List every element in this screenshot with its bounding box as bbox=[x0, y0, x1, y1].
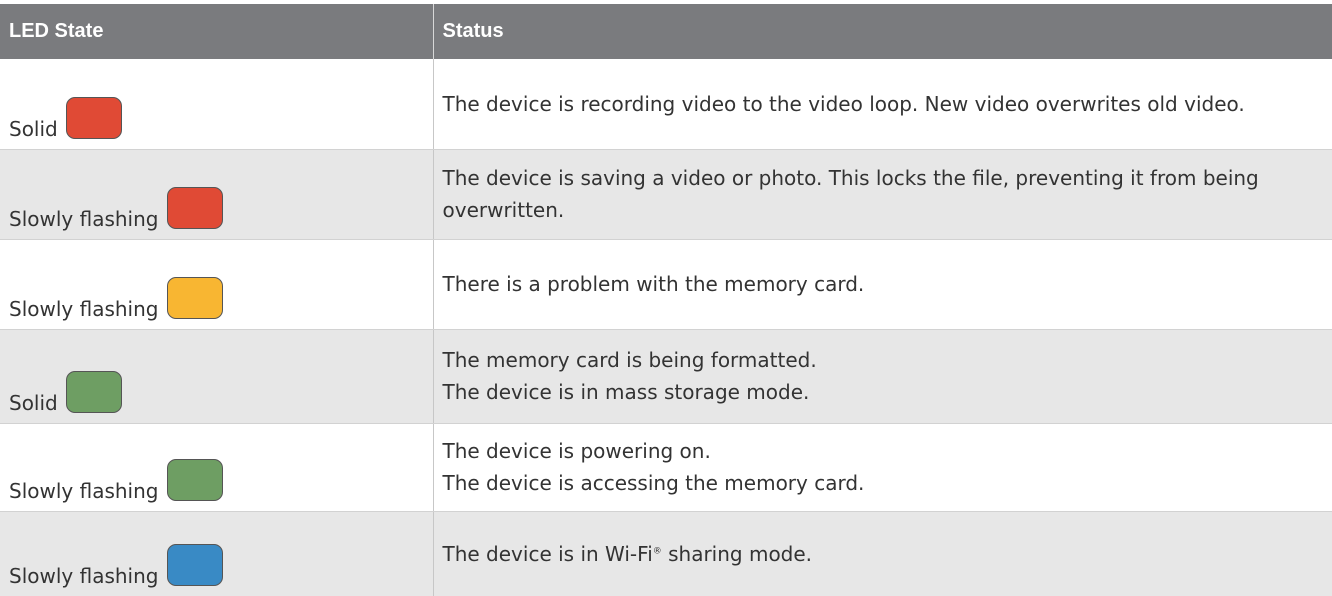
status-cell: The memory card is being formatted. The … bbox=[432, 329, 1332, 424]
table-row: Slowly flashing The device is in Wi-Fi® … bbox=[0, 511, 1332, 596]
red-led-icon bbox=[166, 186, 223, 229]
status-text: There is a problem with the memory card. bbox=[442, 272, 865, 296]
led-state-label: Slowly flashing bbox=[9, 206, 159, 231]
status-text-part: The device is in Wi-Fi bbox=[442, 541, 653, 566]
registered-mark: ® bbox=[652, 546, 662, 557]
table-row: Slowly flashing There is a problem with … bbox=[0, 239, 1332, 330]
led-status-table: LED State Status Solid The device is rec… bbox=[0, 4, 1332, 596]
led-state-cell: Slowly flashing bbox=[0, 423, 433, 512]
green-led-icon bbox=[66, 370, 123, 413]
table-row: Solid The device is recording video to t… bbox=[0, 59, 1332, 150]
led-state-label: Solid bbox=[9, 390, 58, 415]
header-status: Status bbox=[432, 4, 1332, 59]
red-led-icon bbox=[66, 96, 123, 139]
status-text: The device is in Wi-Fi® sharing mode. bbox=[443, 538, 1325, 570]
status-text: The device is in mass storage mode. bbox=[442, 380, 810, 404]
table-row: Solid The memory card is being formatted… bbox=[0, 329, 1332, 424]
status-cell: The device is saving a video or photo. T… bbox=[432, 149, 1332, 240]
table-header-row: LED State Status bbox=[0, 4, 1332, 59]
status-text: The device is recording video to the vid… bbox=[442, 91, 1245, 116]
led-state-cell: Slowly flashing bbox=[0, 149, 433, 240]
led-state-cell: Slowly flashing bbox=[0, 511, 433, 596]
led-state-cell: Solid bbox=[0, 329, 433, 424]
status-cell: The device is in Wi-Fi® sharing mode. bbox=[432, 511, 1332, 596]
status-text: The device is powering on. bbox=[442, 439, 711, 463]
led-state-label: Slowly flashing bbox=[9, 564, 159, 588]
status-text: The device is accessing the memory card. bbox=[442, 471, 865, 495]
table-row: Slowly flashing The device is saving a v… bbox=[0, 149, 1332, 240]
status-cell: The device is powering on. The device is… bbox=[432, 423, 1332, 512]
yellow-led-icon bbox=[166, 276, 223, 319]
led-state-cell: Solid bbox=[0, 59, 433, 150]
led-state-cell: Slowly flashing bbox=[0, 239, 433, 330]
status-text-part: sharing mode. bbox=[661, 541, 813, 566]
led-state-label: Slowly flashing bbox=[9, 478, 159, 503]
led-state-label: Solid bbox=[9, 116, 58, 141]
green-led-icon bbox=[166, 458, 223, 501]
header-led-state: LED State bbox=[0, 4, 433, 59]
status-cell: The device is recording video to the vid… bbox=[432, 59, 1332, 150]
blue-led-icon bbox=[166, 544, 223, 586]
status-text: The memory card is being formatted. bbox=[442, 348, 817, 372]
led-state-label: Slowly flashing bbox=[9, 296, 159, 321]
table-row: Slowly flashing The device is powering o… bbox=[0, 423, 1332, 512]
status-text: The device is saving a video or photo. T… bbox=[442, 166, 1259, 222]
status-cell: There is a problem with the memory card. bbox=[432, 239, 1332, 330]
